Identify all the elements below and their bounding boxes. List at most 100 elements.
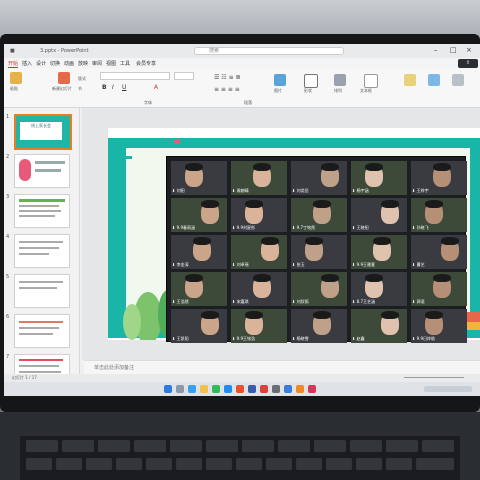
- close-icon[interactable]: ×: [466, 46, 472, 54]
- slide-thumbnail[interactable]: [14, 154, 70, 188]
- presentation-app-icon[interactable]: [236, 385, 244, 393]
- tab-review[interactable]: 审阅: [92, 60, 102, 67]
- slide-thumbnail[interactable]: [14, 234, 70, 268]
- keyboard-key: [386, 458, 412, 470]
- participant-tile[interactable]: ⬇ 刘卓瑶: [231, 235, 287, 269]
- slide-counter: 幻灯片 1 / 17: [12, 375, 37, 380]
- tab-home[interactable]: 开始: [8, 60, 19, 68]
- textbox-icon[interactable]: [364, 74, 378, 88]
- search-taskbar-icon[interactable]: [176, 385, 184, 393]
- keyboard-key: [62, 440, 94, 452]
- keyboard-key: [296, 458, 322, 470]
- font-name-select[interactable]: [100, 72, 170, 80]
- participant-tile[interactable]: ⬇ 刘欣雨: [291, 272, 347, 306]
- share-button[interactable]: ⇪: [458, 59, 478, 68]
- participant-tile[interactable]: ⬇ 8.7王艺涵: [351, 272, 407, 306]
- participant-tile[interactable]: ⬇ 杨宇涵: [351, 161, 407, 195]
- slide-number: 5: [6, 274, 10, 280]
- app-icon[interactable]: [260, 385, 268, 393]
- tab-insert[interactable]: 插入: [22, 60, 32, 67]
- participant-tile[interactable]: ⬇ 曹艺: [411, 235, 467, 269]
- underline-icon[interactable]: U: [122, 84, 126, 91]
- arrange-icon[interactable]: [334, 74, 346, 86]
- participant-tile[interactable]: ⬇ 郭语: [411, 272, 467, 306]
- participant-tile[interactable]: ⬇ 宋嘉琪: [231, 272, 287, 306]
- app-icon[interactable]: [308, 385, 316, 393]
- slide-number: 2: [6, 154, 10, 160]
- participant-tile[interactable]: ⬇ 刘尧岳: [291, 161, 347, 195]
- meeting-app-icon[interactable]: [224, 385, 232, 393]
- section-label[interactable]: 节: [78, 86, 82, 92]
- app-icon[interactable]: [284, 385, 292, 393]
- tab-view[interactable]: 视图: [106, 60, 116, 67]
- system-tray[interactable]: [424, 386, 472, 392]
- tab-transitions[interactable]: 切换: [50, 60, 60, 67]
- slide-thumbnail[interactable]: [14, 274, 70, 308]
- participant-name: ⬇ 9.9春雨涵: [172, 225, 195, 230]
- font-group-label: 字体: [144, 100, 152, 105]
- slide-thumbnail[interactable]: [14, 314, 70, 348]
- participant-tile[interactable]: ⬇ 孙晓飞: [411, 198, 467, 232]
- tab-member[interactable]: 会员专享: [136, 60, 156, 67]
- app-icon[interactable]: [248, 385, 256, 393]
- thumbnail-text-line: [19, 371, 61, 373]
- list-icon[interactable]: ☰ ☷ ≡ ≣: [214, 74, 241, 81]
- participant-tile[interactable]: ⬇ 王梓宇: [411, 161, 467, 195]
- shapes-icon[interactable]: [304, 74, 318, 88]
- slide-thumbnail[interactable]: 线上家长会: [14, 114, 72, 150]
- app-icon[interactable]: [296, 385, 304, 393]
- app-logo-icon: ■: [10, 48, 15, 54]
- slide-thumbnail[interactable]: [14, 194, 70, 228]
- participant-tile[interactable]: ⬇ 9.9王雅萱: [351, 235, 407, 269]
- zoom-slider[interactable]: [404, 377, 464, 378]
- notes-pane[interactable]: 单击此处添加备注: [84, 360, 480, 374]
- keyboard-key: [356, 458, 382, 470]
- designer-icon[interactable]: [404, 74, 416, 86]
- participant-name: ⬇ 9.9王雅萱: [352, 262, 375, 267]
- search-input[interactable]: 搜索: [194, 47, 344, 55]
- participant-tile[interactable]: ⬇ 王凯阳: [171, 309, 227, 343]
- participant-tile[interactable]: ⬇ 9.9春雨涵: [171, 198, 227, 232]
- wechat-icon[interactable]: [212, 385, 220, 393]
- tab-slideshow[interactable]: 放映: [78, 60, 88, 67]
- participant-tile[interactable]: ⬇ 王浩然: [171, 272, 227, 306]
- participant-tile[interactable]: ⬇ 9.7丁铭然: [291, 198, 347, 232]
- participant-tile[interactable]: ⬇ 王晓阳: [351, 198, 407, 232]
- edge-icon[interactable]: [188, 385, 196, 393]
- italic-icon[interactable]: I: [112, 84, 114, 91]
- font-color-icon[interactable]: A: [154, 84, 158, 91]
- explorer-icon[interactable]: [200, 385, 208, 393]
- participant-hair: [253, 274, 271, 282]
- bold-icon[interactable]: B: [102, 84, 107, 91]
- thumbnail-text-line: [19, 365, 59, 367]
- participant-tile[interactable]: ⬇ 赵鑫: [351, 309, 407, 343]
- app-icon[interactable]: [272, 385, 280, 393]
- more-tools-icon[interactable]: [452, 74, 464, 86]
- laptop-screen: ■ 3.pptx - PowerPoint 搜索 – □ × 开始 插入 设计 …: [4, 44, 480, 396]
- minimize-icon[interactable]: –: [434, 46, 438, 54]
- participant-tile[interactable]: ⬇ 张玉: [291, 235, 347, 269]
- font-size-select[interactable]: [174, 72, 194, 80]
- start-icon[interactable]: [164, 385, 172, 393]
- new-slide-icon[interactable]: [58, 72, 70, 84]
- tab-design[interactable]: 设计: [36, 60, 46, 67]
- participant-tile[interactable]: ⬇ 刘阳: [171, 161, 227, 195]
- align-icon[interactable]: ≡ ≡ ≡ ≡: [214, 86, 240, 93]
- participant-tile[interactable]: ⬇ 9.9刘星彤: [231, 198, 287, 232]
- tab-animations[interactable]: 动画: [64, 60, 74, 67]
- thumbnail-text-line: [19, 321, 63, 323]
- participant-hair: [185, 163, 203, 171]
- paste-icon[interactable]: [10, 72, 22, 84]
- participant-tile[interactable]: ⬇ 9.9日梓晗: [411, 309, 467, 343]
- ai-assistant-icon[interactable]: [428, 74, 440, 86]
- participant-tile[interactable]: ⬇ 李金涛: [171, 235, 227, 269]
- picture-icon[interactable]: [274, 74, 286, 86]
- participant-tile[interactable]: ⬇ 杨晓雪: [291, 309, 347, 343]
- layout-label[interactable]: 版式: [78, 76, 86, 82]
- video-meeting-window[interactable]: ⬇ 刘阳 ⬇ 周婉晴 ⬇ 刘尧岳 ⬇ 杨宇涵 ⬇ 王梓宇 ⬇ 9.9春雨涵 ⬇ 9.9刘星彤…: [166, 156, 467, 343]
- tab-tools[interactable]: 工具: [120, 60, 130, 67]
- participant-tile[interactable]: ⬇ 9.9王铭浩: [231, 309, 287, 343]
- paragraph-group-label: 段落: [244, 100, 252, 105]
- maximize-icon[interactable]: □: [450, 46, 457, 54]
- participant-tile[interactable]: ⬇ 周婉晴: [231, 161, 287, 195]
